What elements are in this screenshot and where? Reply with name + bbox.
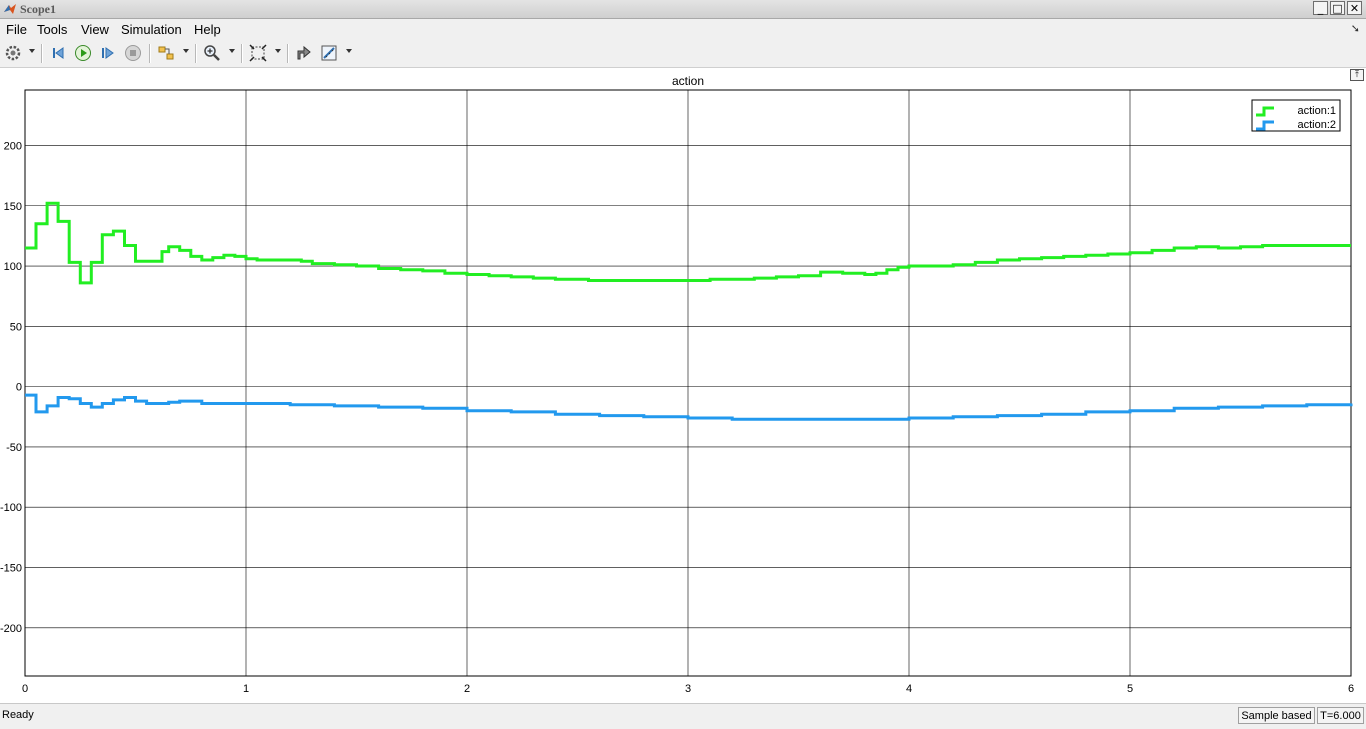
x-tick-label: 4 — [906, 683, 912, 695]
run-icon[interactable] — [74, 44, 92, 62]
y-tick-label: 150 — [4, 201, 22, 213]
y-tick-label: -150 — [0, 562, 22, 574]
toolbar-separator — [241, 44, 243, 63]
measurements-dropdown-arrow[interactable] — [346, 49, 352, 53]
autoscale-icon[interactable] — [249, 44, 267, 62]
y-tick-label: -200 — [0, 623, 22, 635]
highlight-simulink-block-icon[interactable] — [157, 44, 175, 62]
sample-mode-indicator: Sample based — [1238, 707, 1315, 724]
x-tick-label: 3 — [685, 683, 691, 695]
y-axis: -200 -150 -100 -50 0 50 100 150 200 — [0, 140, 22, 634]
x-tick-label: 0 — [22, 683, 28, 695]
menu-simulation[interactable]: Simulation — [121, 22, 182, 37]
chart-title: action — [672, 74, 704, 88]
stop-icon[interactable] — [124, 44, 142, 62]
status-ready-text: Ready — [2, 709, 34, 721]
x-axis: 0 1 2 3 4 5 6 — [22, 683, 1354, 695]
y-tick-label: 200 — [4, 140, 22, 152]
y-tick-label: 50 — [10, 321, 22, 333]
x-tick-label: 1 — [243, 683, 249, 695]
minimize-button[interactable]: _ — [1313, 1, 1328, 15]
simulation-time-indicator: T=6.000 — [1317, 707, 1364, 724]
legend-label-action-2: action:2 — [1297, 119, 1336, 131]
scope-chart[interactable]: action 0 1 2 3 4 5 6 -200 -150 -100 -50 … — [0, 68, 1366, 703]
y-tick-label: 0 — [16, 382, 22, 394]
menu-view[interactable]: View — [81, 22, 109, 37]
y-tick-label: -100 — [0, 502, 22, 514]
menu-bar: File Tools View Simulation Help ➘ — [0, 19, 1366, 40]
x-tick-label: 6 — [1348, 683, 1354, 695]
y-tick-label: -50 — [6, 442, 22, 454]
undock-axes-icon[interactable]: ⤒ — [1350, 69, 1364, 81]
legend[interactable]: action:1 action:2 — [1251, 99, 1341, 132]
toolbar — [0, 40, 1366, 68]
toolbar-separator — [287, 44, 289, 63]
configuration-properties-icon[interactable] — [4, 44, 22, 62]
zoom-dropdown-arrow[interactable] — [229, 49, 235, 53]
scope-plot-area: ⤒ action 0 1 2 3 4 5 6 -200 -150 -100 -5… — [0, 68, 1366, 703]
toolbar-separator — [195, 44, 197, 63]
menu-dock-arrow-icon[interactable]: ➘ — [1351, 22, 1360, 35]
menu-help[interactable]: Help — [194, 22, 221, 37]
step-forward-icon[interactable] — [99, 44, 117, 62]
restore-view-icon[interactable] — [295, 44, 313, 62]
zoom-in-icon[interactable] — [203, 44, 221, 62]
legend-label-action-1: action:1 — [1297, 105, 1336, 117]
x-tick-label: 2 — [464, 683, 470, 695]
toolbar-separator — [41, 44, 43, 63]
menu-tools[interactable]: Tools — [37, 22, 67, 37]
highlight-dropdown-arrow[interactable] — [183, 49, 189, 53]
measurements-icon[interactable] — [320, 44, 338, 62]
step-back-icon[interactable] — [50, 44, 68, 62]
matlab-logo-icon — [4, 4, 16, 14]
window-titlebar: Scope1 _ □ ✕ — [0, 0, 1366, 19]
toolbar-separator — [149, 44, 151, 63]
x-tick-label: 5 — [1127, 683, 1133, 695]
configuration-dropdown-arrow[interactable] — [29, 49, 35, 53]
window-title: Scope1 — [20, 2, 56, 16]
close-button[interactable]: ✕ — [1347, 1, 1362, 15]
y-tick-label: 100 — [4, 261, 22, 273]
maximize-button[interactable]: □ — [1330, 1, 1345, 15]
menu-file[interactable]: File — [6, 22, 27, 37]
status-bar: Ready Sample based T=6.000 — [0, 703, 1366, 729]
autoscale-dropdown-arrow[interactable] — [275, 49, 281, 53]
